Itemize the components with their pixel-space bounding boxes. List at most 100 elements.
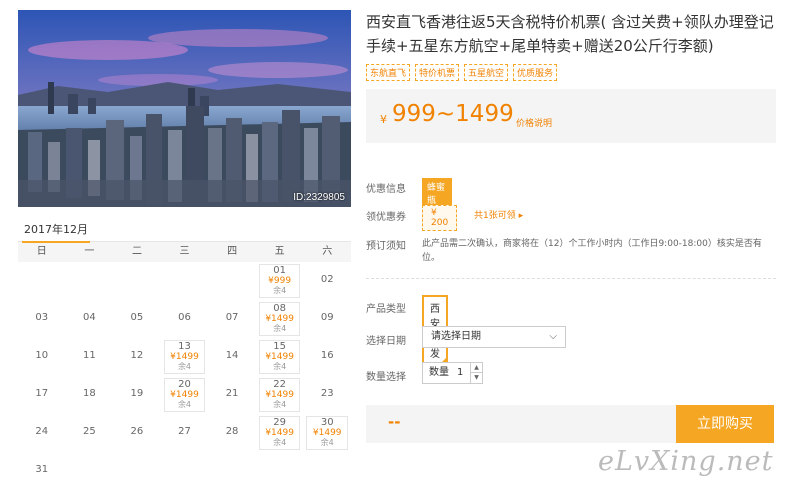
calendar-day-number: 10 [35,350,49,361]
calendar-day-number: 07 [225,312,239,323]
decrement-icon[interactable]: ▼ [470,373,482,383]
price-calendar: 2017年12月 日 一 二 三 四 五 六 01 ¥999 余4 02 03 04 05 0… [18,216,351,490]
calendar-empty-cell [208,452,256,490]
chevron-right-icon: ▸ [518,211,524,221]
product-tags: 东航直飞 特价机票 五星航空 优质服务 [366,64,776,81]
price-box: ¥ 999~1499 价格说明 [366,89,776,143]
calendar-day: 11 [66,338,114,376]
quantity-stepper: 数量 1 ▲ ▼ [422,362,483,384]
calendar-day: 02 [303,262,351,300]
calendar-month-tabs: 2017年12月 [18,216,351,243]
calendar-day: 17 [18,376,66,414]
section-divider [366,278,776,279]
weekday-label: 四 [227,246,238,257]
calendar-empty-cell [303,452,351,490]
price-range: 999~1499 [392,101,514,127]
calendar-day[interactable]: 08 ¥1499 余4 [256,300,304,338]
calendar-empty-cell [161,452,209,490]
calendar-day: 04 [66,300,114,338]
date-select-value: 请选择日期 [431,331,481,342]
calendar-day-border [258,340,301,374]
calendar-empty-cell [208,262,256,300]
calendar-day: 10 [18,338,66,376]
calendar-day: 26 [113,414,161,452]
buy-now-button[interactable]: 立即购买 [676,405,774,443]
calendar-day: 25 [66,414,114,452]
calendar-day: 07 [208,300,256,338]
calendar-day-border [258,264,301,298]
calendar-day: 18 [66,376,114,414]
weekday-label: 六 [322,246,333,257]
calendar-empty-cell [161,262,209,300]
calendar-day: 05 [113,300,161,338]
calendar-day: 31 [18,452,66,490]
calendar-empty-cell [18,262,66,300]
calendar-day-number: 18 [82,388,96,399]
calendar-day-number: 09 [320,312,334,323]
currency-symbol: ¥ [380,113,387,126]
calendar-day-number: 14 [225,350,239,361]
increment-icon[interactable]: ▲ [470,363,482,373]
notice-label: 预订须知 [366,241,406,252]
calendar-day-border [163,378,206,412]
calendar-day[interactable]: 13 ¥1499 余4 [161,338,209,376]
calendar-grid: 01 ¥999 余4 02 03 04 05 06 07 08 ¥1499 余4 09 10 11 12 13 ¥… [18,262,351,490]
calendar-day: 23 [303,376,351,414]
chevron-down-icon: ⌵ [549,331,557,342]
calendar-day-number: 25 [82,426,96,437]
coupon-claim-link[interactable]: 共1张可领 ▸ [474,208,523,221]
coupon-claim-text: 共1张可领 [474,211,516,221]
calendar-day-border [306,416,348,450]
purchase-bar: -- 立即购买 [366,405,774,443]
promo-label: 优惠信息 [366,184,406,195]
calendar-day-number: 23 [320,388,334,399]
total-price: -- [388,413,401,431]
product-tag: 五星航空 [464,64,509,81]
coupon-ticket[interactable]: ¥ 200 [422,205,458,231]
calendar-month-tab[interactable]: 2017年12月 [22,221,90,243]
date-label: 选择日期 [366,336,406,347]
calendar-day-number: 27 [178,426,191,437]
weekday-label: 日 [36,246,47,257]
coupon-label: 领优惠券 [366,212,406,223]
calendar-day-number: 17 [35,388,49,399]
calendar-day: 19 [113,376,161,414]
calendar-day-number: 02 [320,274,334,285]
weekday-label: 一 [84,246,95,257]
hong-kong-skyline-image [18,10,351,207]
calendar-day[interactable]: 22 ¥1499 余4 [256,376,304,414]
calendar-day-number: 19 [130,388,144,399]
calendar-day-border [258,378,301,412]
calendar-day-number: 12 [130,350,144,361]
calendar-day: 21 [208,376,256,414]
type-label: 产品类型 [366,304,406,315]
quantity-input[interactable]: 1 [457,363,463,383]
calendar-day-number: 03 [35,312,49,323]
calendar-day-number: 04 [82,312,96,323]
calendar-day: 27 [161,414,209,452]
weekday-label: 三 [179,246,190,257]
product-tag: 特价机票 [415,64,460,81]
price-note-link[interactable]: 价格说明 [516,116,552,129]
calendar-day[interactable]: 20 ¥1499 余4 [161,376,209,414]
calendar-day[interactable]: 30 ¥1499 余4 [303,414,351,452]
calendar-day[interactable]: 29 ¥1499 余4 [256,414,304,452]
calendar-day-border [163,340,206,374]
calendar-day: 12 [113,338,161,376]
calendar-day[interactable]: 01 ¥999 余4 [256,262,304,300]
calendar-day: 28 [208,414,256,452]
calendar-empty-cell [113,452,161,490]
quantity-text: 数量 [429,367,449,378]
calendar-day: 16 [303,338,351,376]
calendar-day-number: 21 [225,388,239,399]
quantity-label: 数量选择 [366,372,406,383]
product-tag: 东航直飞 [366,64,411,81]
calendar-day-number: 31 [35,464,49,475]
calendar-day: 03 [18,300,66,338]
calendar-day-number: 24 [35,426,49,437]
calendar-day: 09 [303,300,351,338]
calendar-day[interactable]: 15 ¥1499 余4 [256,338,304,376]
image-id-label: ID:2329805 [293,192,345,203]
date-select[interactable]: 请选择日期 ⌵ [422,326,566,348]
calendar-day-number: 11 [82,350,96,361]
